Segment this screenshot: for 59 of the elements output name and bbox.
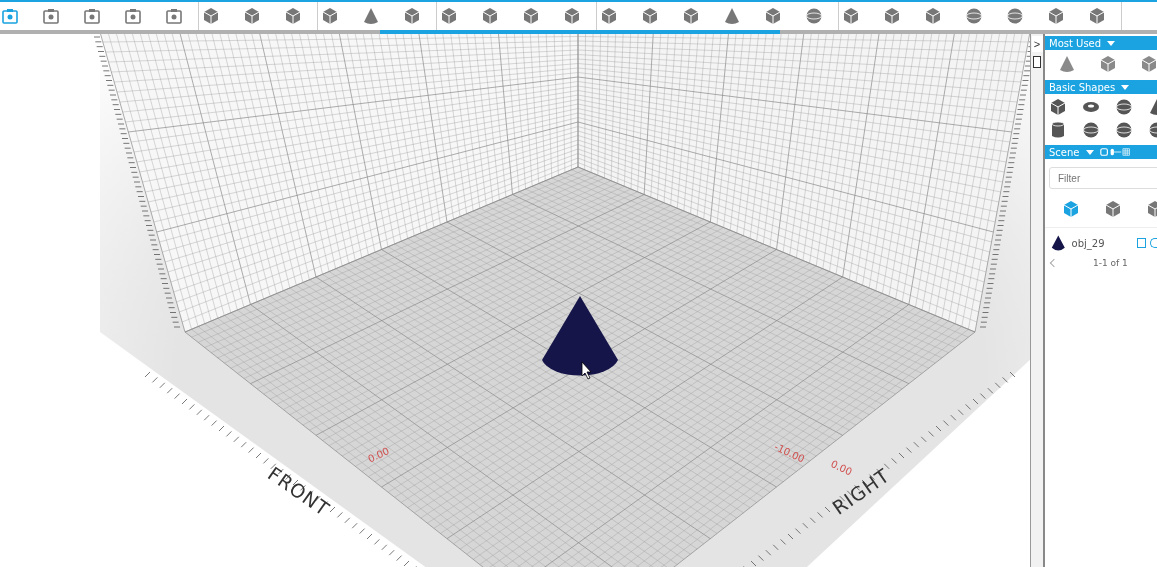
cube-tool-icon[interactable] [201,6,221,26]
cube-tool-icon[interactable] [923,6,943,26]
section-title: Most Used [1049,37,1102,49]
cube-tool-icon[interactable] [242,6,262,26]
scrollbar-thumb[interactable] [380,30,780,34]
cube-tool-icon[interactable] [283,6,303,26]
sphere-tool-icon[interactable] [804,6,824,26]
cube-tool-icon[interactable] [681,6,701,26]
cube-tool-icon[interactable] [439,6,459,26]
cone-object[interactable] [542,296,618,376]
cube-tool-icon[interactable] [1087,6,1107,26]
filter-field[interactable]: Filter [1049,167,1157,189]
sphere-icon[interactable] [1114,120,1134,140]
cube-tool-icon[interactable] [562,6,582,26]
checkbox[interactable] [1136,238,1147,248]
object-name: obj_29 [1071,237,1106,249]
cube-view-icon[interactable] [1103,199,1123,219]
camera-tool-icon[interactable] [82,6,102,26]
camera-tool-icon[interactable] [41,6,61,26]
cube-icon[interactable] [1048,97,1068,117]
section-header[interactable]: Basic Shapes [1045,80,1157,94]
cube-tool-icon[interactable] [640,6,660,26]
section-header[interactable]: Most Used [1045,36,1157,50]
section-title: Scene [1049,146,1080,158]
scrollbar[interactable] [0,30,1157,34]
sphere-icon[interactable] [1114,97,1134,117]
sphere-tool-icon[interactable] [1005,6,1025,26]
cube-tool-icon[interactable] [599,6,619,26]
section-header[interactable]: Scene [1045,145,1157,159]
cone-icon[interactable] [1057,54,1077,74]
cube-tool-icon[interactable] [480,6,500,26]
camera-tool-icon[interactable] [123,6,143,26]
cube-icon[interactable] [1139,54,1157,74]
sphere-tool-icon[interactable] [964,6,984,26]
cursor-icon [581,361,592,380]
cube-icon[interactable] [1098,54,1118,74]
cone-tool-icon[interactable] [722,6,742,26]
caret-icon [1107,40,1116,46]
sphere-icon[interactable] [1081,120,1101,140]
cube-tool-icon[interactable] [521,6,541,26]
ruler-label: -10.00 [772,441,807,465]
cube-view-icon[interactable] [1061,199,1081,219]
camera-tool-icon[interactable] [164,6,184,26]
pagination-text: 1-1 of 1 [1093,258,1128,268]
cube-tool-icon[interactable] [402,6,422,26]
caret-icon [1121,84,1130,90]
cube-tool-icon[interactable] [1046,6,1066,26]
collapse-button[interactable]: > [1031,36,1043,52]
cube-tool-icon[interactable] [763,6,783,26]
object-row[interactable]: obj_29 [1045,228,1157,258]
cube-tool-icon[interactable] [882,6,902,26]
cube-tool-icon[interactable] [841,6,861,26]
camera-tool-icon[interactable] [0,6,20,26]
cube-tool-icon[interactable] [320,6,340,26]
cone-tool-icon[interactable] [361,6,381,26]
ruler-label: 0.00 [366,445,391,465]
panel-icon[interactable] [1033,56,1041,68]
section-title: Basic Shapes [1049,81,1116,93]
caret-icon [1085,149,1094,155]
